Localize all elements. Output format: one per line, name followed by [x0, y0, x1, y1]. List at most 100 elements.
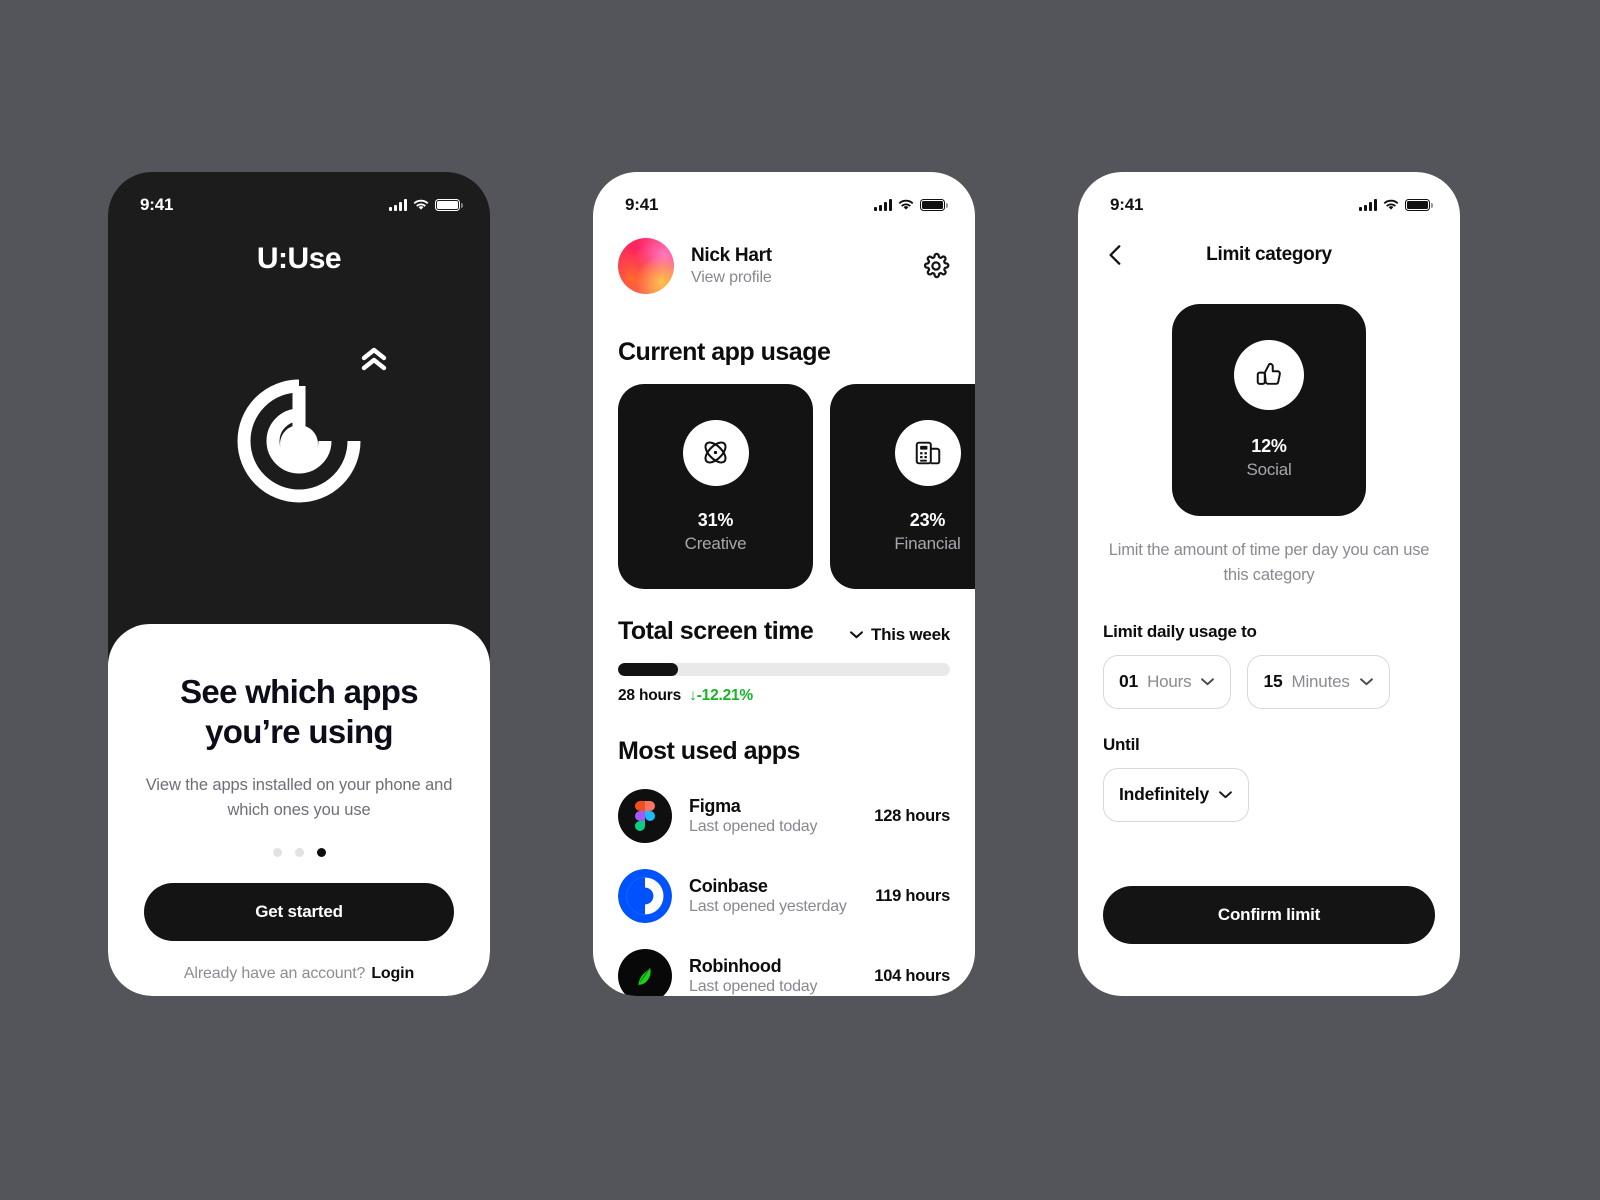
double-chevron-up-icon [361, 347, 387, 371]
onboarding-card: See which apps you’re using View the app… [108, 624, 490, 996]
cellular-signal-icon [874, 199, 892, 212]
cellular-signal-icon [1359, 199, 1377, 212]
status-bar-icons [389, 198, 463, 212]
chevron-down-icon [1201, 678, 1215, 686]
pager-dot-2[interactable] [294, 848, 304, 857]
status-bar: 9:41 [108, 172, 490, 224]
battery-icon [435, 198, 463, 212]
profile-header[interactable]: Nick Hart View profile [618, 238, 950, 294]
app-title: U:Use [256, 242, 342, 275]
page-subtitle: View the apps installed on your phone an… [145, 776, 453, 819]
until-label: Until [1103, 734, 1140, 754]
app-last-opened: Last opened today [689, 978, 818, 995]
login-prompt-text: Already have an account? [183, 965, 366, 982]
payment-terminal-icon [894, 419, 961, 486]
phone-dashboard: 9:41 Nick Hart View profile Current app … [593, 172, 975, 996]
logo-container [108, 347, 490, 518]
screen-time-progress-track [618, 663, 950, 676]
most-used-heading: Most used apps [618, 737, 800, 765]
navigation-bar: Limit category [1103, 238, 1435, 272]
status-bar-time: 9:41 [140, 195, 174, 214]
thumbs-up-icon [1234, 340, 1304, 410]
cellular-signal-icon [389, 199, 407, 212]
limit-daily-usage-label: Limit daily usage to [1103, 621, 1257, 641]
list-item[interactable]: Coinbase Last opened yesterday 119 hours [618, 856, 950, 936]
figma-icon [618, 789, 672, 843]
status-bar-icons [1359, 198, 1433, 212]
status-bar: 9:41 [1078, 172, 1460, 224]
usage-card-financial[interactable]: 23% Financial [830, 384, 975, 589]
usage-percent: 31% [697, 509, 734, 530]
wifi-icon [1383, 199, 1399, 211]
radar-target-logo-icon [237, 379, 361, 503]
phone-limit-category: 9:41 Limit category 12% Social Limit the… [1078, 172, 1460, 996]
chevron-down-icon [1219, 791, 1232, 799]
usage-percent: 23% [909, 509, 946, 530]
minutes-value: 15 [1263, 671, 1283, 691]
chevron-down-icon [850, 631, 863, 639]
app-name: Robinhood [689, 956, 782, 976]
screen-time-progress-fill [618, 663, 678, 676]
pager-dots[interactable] [144, 848, 454, 857]
coinbase-icon [618, 869, 672, 923]
page-title: Limit category [1206, 244, 1332, 265]
app-name: Coinbase [689, 876, 768, 896]
until-value: Indefinitely [1119, 784, 1209, 804]
usage-label: Creative [684, 533, 747, 553]
list-item[interactable]: Figma Last opened today 128 hours [618, 776, 950, 856]
screenshot-canvas: 9:41 U:Use See which apps you’re using V… [0, 0, 1600, 1200]
confirm-limit-button[interactable]: Confirm limit [1103, 885, 1435, 944]
get-started-button[interactable]: Get started [144, 883, 454, 941]
screen-time-delta: ↓-12.21% [685, 687, 754, 704]
hours-value: 01 [1119, 671, 1139, 691]
page-title: See which apps you’re using [180, 673, 418, 750]
login-link[interactable]: Login [371, 965, 414, 982]
status-bar-time: 9:41 [625, 195, 659, 214]
hours-unit-label: Hours [1147, 671, 1192, 691]
app-hours: 119 hours [875, 886, 950, 905]
screen-time-header: Total screen time This week [618, 617, 950, 646]
status-bar-icons [874, 198, 948, 212]
view-profile-link[interactable]: View profile [691, 269, 772, 287]
screen-time-total: 28 hours [618, 687, 682, 704]
category-percent: 12% [1251, 436, 1287, 456]
profile-name: Nick Hart [691, 245, 772, 266]
robinhood-icon [618, 949, 672, 996]
avatar [618, 238, 674, 294]
phone-onboarding: 9:41 U:Use See which apps you’re using V… [108, 172, 490, 996]
hours-stepper[interactable]: 01 Hours [1103, 654, 1232, 709]
battery-icon [1405, 198, 1433, 212]
app-last-opened: Last opened yesterday [689, 898, 847, 915]
wifi-icon [898, 199, 914, 211]
current-usage-heading: Current app usage [618, 338, 831, 366]
category-label: Social [1246, 460, 1292, 479]
pager-dot-3-active[interactable] [316, 848, 326, 857]
app-last-opened: Last opened today [689, 818, 818, 835]
screen-time-range-selector[interactable]: This week [849, 625, 950, 645]
login-prompt: Already have an account? Login [144, 965, 454, 983]
status-bar: 9:41 [593, 172, 975, 224]
screen-time-range-label: This week [870, 624, 950, 644]
status-bar-time: 9:41 [1110, 195, 1144, 214]
screen-time-heading: Total screen time [618, 617, 814, 645]
until-select[interactable]: Indefinitely [1103, 767, 1249, 822]
wifi-icon [413, 199, 429, 211]
screen-time-meta: 28 hours ↓-12.21% [618, 687, 950, 705]
app-hours: 128 hours [874, 806, 950, 825]
category-description: Limit the amount of time per day you can… [1108, 541, 1430, 584]
usage-card-list: 31% Creative 23% Financial [618, 384, 975, 589]
gear-icon[interactable] [922, 252, 950, 280]
app-hours: 104 hours [874, 966, 950, 985]
pager-dot-1[interactable] [272, 848, 282, 857]
duration-selectors: 01 Hours 15 Minutes [1103, 654, 1435, 709]
app-name: Figma [689, 796, 741, 816]
until-selector-row: Indefinitely [1103, 767, 1435, 822]
usage-card-creative[interactable]: 31% Creative [618, 384, 813, 589]
battery-icon [920, 198, 948, 212]
category-card: 12% Social [1172, 304, 1366, 516]
atom-orbit-icon [682, 419, 749, 486]
most-used-app-list: Figma Last opened today 128 hours Coinba… [618, 776, 950, 996]
minutes-stepper[interactable]: 15 Minutes [1247, 654, 1390, 709]
list-item[interactable]: Robinhood Last opened today 104 hours [618, 936, 950, 996]
minutes-unit-label: Minutes [1291, 671, 1350, 691]
